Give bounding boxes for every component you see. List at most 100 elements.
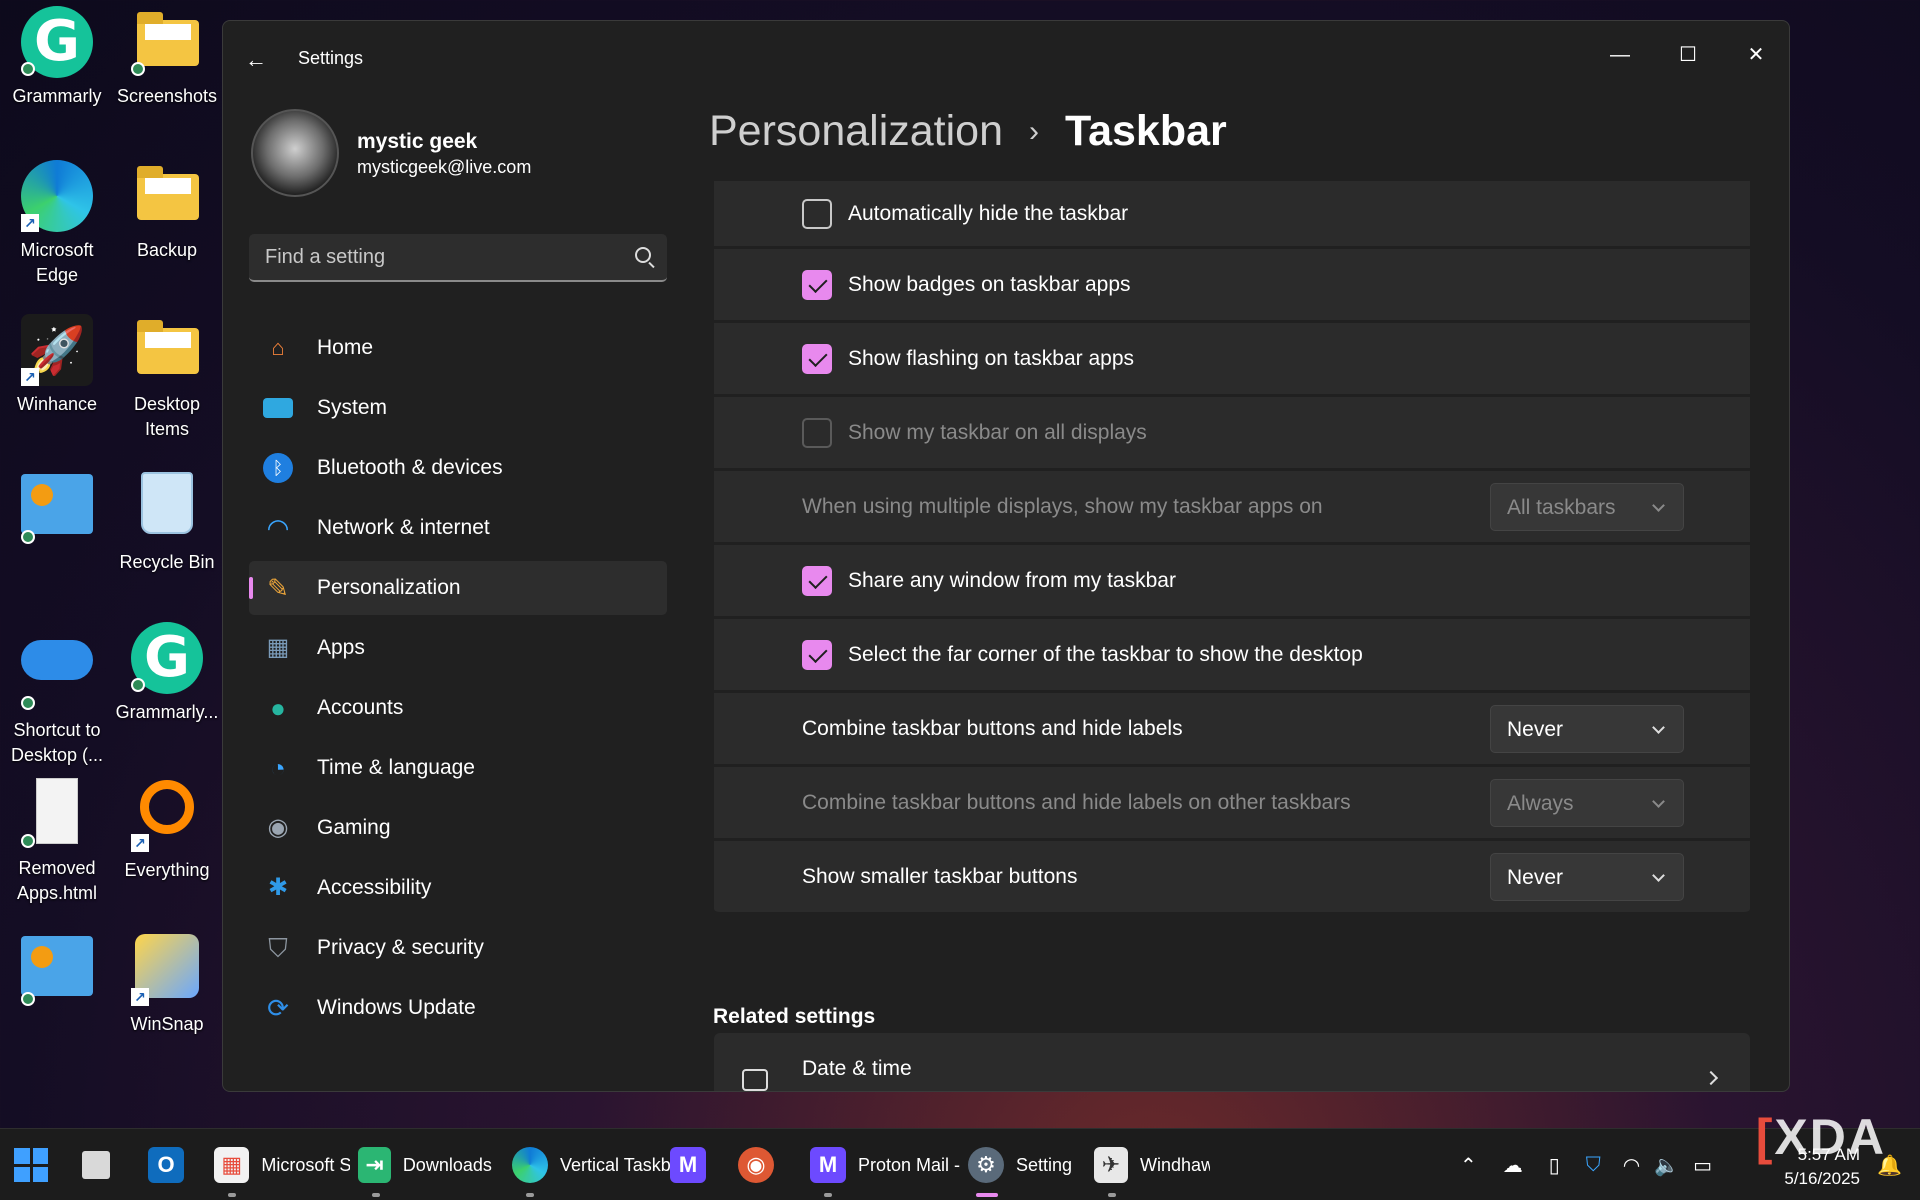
taskbar: O ▦ Microsoft S ⇥ Downloads - Vertical T… — [0, 1128, 1920, 1200]
desktop-icon-screenshots[interactable]: Screenshots — [112, 6, 222, 109]
setting-flashing[interactable]: Show flashing on taskbar apps — [714, 323, 1750, 397]
sidebar-item-accounts[interactable]: ● Accounts — [249, 681, 667, 735]
chevron-down-icon — [1652, 498, 1665, 512]
home-icon: ⌂ — [271, 335, 285, 360]
proton-mail-icon: M — [810, 1147, 846, 1183]
setting-combine-other: Combine taskbar buttons and hide labels … — [714, 767, 1750, 841]
setting-far-corner[interactable]: Select the far corner of the taskbar to … — [714, 619, 1750, 693]
rocket-icon: 🚀 ↗ — [21, 314, 93, 386]
breadcrumb-parent[interactable]: Personalization — [709, 107, 1003, 156]
minimize-button[interactable]: — — [1597, 35, 1643, 75]
avatar[interactable] — [251, 109, 339, 197]
sidebar-item-network[interactable]: ◠ Network & internet — [249, 501, 667, 555]
bluetooth-icon: ᛒ — [263, 453, 293, 483]
battery-icon[interactable]: ▭ — [1693, 1153, 1712, 1178]
combine-buttons-dropdown[interactable]: Never — [1490, 704, 1684, 753]
person-icon: ● — [270, 693, 286, 723]
task-view-icon — [82, 1151, 110, 1179]
sidebar-item-apps[interactable]: ▦ Apps — [249, 621, 667, 675]
desktop-icon-onedrive-shortcut[interactable]: Shortcut to Desktop (... — [2, 622, 112, 768]
sidebar-item-gaming[interactable]: ◉ Gaming — [249, 801, 667, 855]
sidebar-item-bluetooth[interactable]: ᛒ Bluetooth & devices — [249, 441, 667, 495]
share-window-checkbox[interactable] — [802, 565, 832, 596]
app-tile-icon — [21, 936, 93, 1008]
system-tray: ⌃ ☁ ▯ ⛉ ◠ 🔈 ▭ — [1460, 1129, 1712, 1200]
desktop-icon-grammarly-2[interactable]: G Grammarly... — [112, 622, 222, 725]
running-indicator — [1108, 1193, 1116, 1197]
recycle-bin-icon — [131, 472, 203, 544]
start-button[interactable] — [14, 1129, 48, 1200]
taskbar-app-settings[interactable]: ⚙ Setting — [968, 1129, 1088, 1200]
desktop-icon-everything[interactable]: ↗ Everything — [112, 776, 222, 883]
setting-badges[interactable]: Show badges on taskbar apps — [714, 249, 1750, 323]
volume-icon[interactable]: 🔈 — [1654, 1153, 1679, 1178]
related-item-date-time[interactable]: Date & time — [714, 1033, 1750, 1091]
search-icon[interactable] — [635, 247, 651, 263]
desktop-icon-app-tile-2[interactable] — [2, 930, 112, 1014]
running-indicator — [228, 1193, 236, 1197]
apps-icon: ▦ — [266, 634, 290, 661]
wifi-icon: ◠ — [266, 513, 290, 543]
badges-checkbox[interactable] — [802, 269, 832, 300]
user-name: mystic geek — [357, 130, 478, 153]
back-arrow-icon[interactable]: ← — [245, 49, 267, 71]
title-bar[interactable]: ← Settings — ☐ ✕ — [223, 21, 1789, 93]
desktop-icon-winsnap[interactable]: ↗ WinSnap — [112, 930, 222, 1037]
everything-icon: ↗ — [131, 780, 203, 852]
taskbar-outlook[interactable]: O — [148, 1129, 184, 1200]
chevron-up-icon[interactable]: ⌃ — [1460, 1153, 1477, 1178]
taskbar-app-downloads[interactable]: ⇥ Downloads - — [358, 1129, 494, 1200]
smaller-buttons-dropdown[interactable]: Never — [1490, 852, 1684, 901]
auto-hide-checkbox[interactable] — [802, 198, 832, 229]
taskbar-proton-pinned[interactable]: M — [670, 1129, 706, 1200]
running-indicator — [824, 1193, 832, 1197]
active-indicator — [976, 1193, 998, 1197]
defender-shield-icon[interactable]: ⛉ — [1586, 1154, 1601, 1177]
search-box[interactable] — [249, 234, 667, 282]
taskbar-duckduckgo[interactable]: ◉ — [738, 1129, 774, 1200]
sidebar-item-accessibility[interactable]: ✱ Accessibility — [249, 861, 667, 915]
task-view-button[interactable] — [82, 1129, 110, 1200]
taskbar-app-edge[interactable]: Vertical Taskb — [512, 1129, 672, 1200]
taskbar-app-windhawk[interactable]: ✈ Windhaw — [1094, 1129, 1210, 1200]
usb-icon[interactable]: ▯ — [1549, 1153, 1560, 1178]
brush-icon: ✎ — [267, 573, 289, 603]
settings-window: ← Settings — ☐ ✕ mystic geek mysticgeek@… — [222, 20, 1790, 1092]
desktop-icon-removed-apps[interactable]: Removed Apps.html — [2, 776, 112, 906]
sidebar-nav: ⌂ Home System ᛒ Bluetooth & devices ◠ Ne… — [249, 321, 667, 1041]
setting-auto-hide[interactable]: Automatically hide the taskbar — [714, 181, 1750, 249]
desktop-icon-desktop-items[interactable]: Desktop Items — [112, 314, 222, 442]
sidebar-item-privacy[interactable]: ⛉ Privacy & security — [249, 921, 667, 975]
taskbar-app-proton-mail[interactable]: M Proton Mail - — [810, 1129, 960, 1200]
breadcrumb-separator-icon: › — [1029, 114, 1040, 148]
search-input[interactable] — [265, 234, 605, 280]
setting-share-window[interactable]: Share any window from my taskbar — [714, 545, 1750, 619]
clock-date: 5/16/2025 — [1784, 1169, 1860, 1188]
close-button[interactable]: ✕ — [1733, 35, 1779, 75]
onedrive-icon — [21, 640, 93, 712]
desktop-icon-edge[interactable]: ↗ Microsoft Edge — [2, 160, 112, 288]
maximize-button[interactable]: ☐ — [1665, 35, 1711, 75]
sidebar-item-personalization[interactable]: ✎ Personalization — [249, 561, 667, 615]
document-icon — [21, 778, 93, 850]
sidebar-item-home[interactable]: ⌂ Home — [249, 321, 667, 375]
desktop-icon-backup[interactable]: Backup — [112, 160, 222, 263]
setting-multi-display-apps: When using multiple displays, show my ta… — [714, 471, 1750, 545]
sidebar-item-time-language[interactable]: ◔ Time & language — [249, 741, 667, 795]
sidebar-item-windows-update[interactable]: ⟳ Windows Update — [249, 981, 667, 1035]
far-corner-checkbox[interactable] — [802, 639, 832, 670]
taskbar-app-microsoft-store[interactable]: ▦ Microsoft S — [214, 1129, 350, 1200]
flashing-checkbox[interactable] — [802, 343, 832, 374]
folder-icon — [131, 160, 203, 232]
desktop-icon-app-tile[interactable] — [2, 468, 112, 552]
onedrive-error-icon[interactable]: ☁ — [1503, 1153, 1523, 1178]
shield-icon: ⛉ — [268, 933, 288, 963]
breadcrumb: Personalization › Taskbar — [709, 107, 1227, 156]
desktop-icon-recycle-bin[interactable]: Recycle Bin — [112, 468, 222, 575]
wifi-icon[interactable]: ◠ — [1623, 1153, 1640, 1178]
sidebar-item-system[interactable]: System — [249, 381, 667, 435]
desktop-icon-grammarly[interactable]: G Grammarly — [2, 6, 112, 109]
chevron-down-icon — [1652, 720, 1665, 734]
folder-icon — [131, 6, 203, 78]
desktop-icon-winhance[interactable]: 🚀 ↗ Winhance — [2, 314, 112, 417]
